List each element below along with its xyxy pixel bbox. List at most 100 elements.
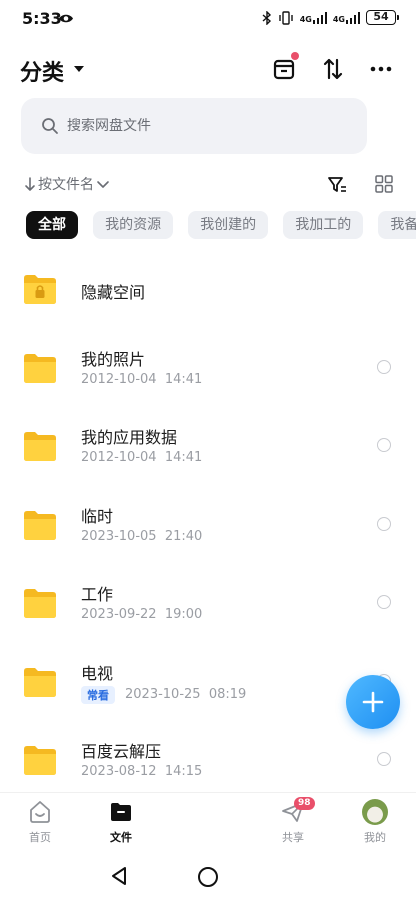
network-type-2: 4G <box>332 14 345 24</box>
status-time: 5:33 <box>22 9 62 28</box>
bluetooth-icon <box>262 10 271 25</box>
file-time: 21:40 <box>164 528 203 544</box>
more-button[interactable] <box>366 54 396 84</box>
signal-1: 4G <box>299 11 327 24</box>
more-dots-icon <box>370 66 392 72</box>
nav-mine[interactable]: 我的 <box>345 799 405 845</box>
nav-files-label: 文件 <box>110 831 132 844</box>
file-meta: 2012-10-04 14:41 <box>81 372 202 387</box>
list-item[interactable]: 工作 2023-09-22 19:00 <box>0 565 416 644</box>
list-item[interactable]: 隐藏空间 <box>0 251 416 330</box>
folder-icon <box>24 667 56 697</box>
chip-backed-up[interactable]: 我备份的 <box>378 211 416 239</box>
file-date: 2023-08-12 <box>81 764 157 779</box>
file-name: 百度云解压 <box>81 742 162 761</box>
chevron-down-icon <box>97 181 109 188</box>
category-dropdown[interactable]: 分类 <box>20 55 64 87</box>
chip-created-by-me[interactable]: 我创建的 <box>188 211 269 239</box>
select-radio[interactable] <box>377 359 391 374</box>
folder-filled-icon <box>111 803 131 821</box>
select-radio[interactable] <box>377 752 391 766</box>
file-name: 我的应用数据 <box>81 428 178 447</box>
file-date: 2023-10-25 <box>125 687 201 702</box>
file-date: 2023-09-22 <box>81 607 157 622</box>
home-icon <box>30 801 50 823</box>
file-meta: 常看 2023-10-25 08:19 <box>81 685 247 704</box>
nav-mine-label: 我的 <box>364 831 386 844</box>
bottom-nav: 首页 文件 98 共享 我的 <box>0 792 416 850</box>
sort-toggle-button[interactable] <box>318 54 348 84</box>
select-radio[interactable] <box>377 438 391 452</box>
file-date: 2023-10-05 <box>81 528 157 544</box>
sort-label: 按文件名 <box>38 177 94 193</box>
eye-icon <box>59 14 73 23</box>
vibrate-icon <box>279 10 293 25</box>
sort-arrows-icon <box>323 58 343 80</box>
frequent-tag: 常看 <box>81 685 115 704</box>
file-meta: 2023-08-12 14:15 <box>81 764 202 779</box>
share-badge: 98 <box>294 797 315 810</box>
list-item[interactable]: 临时 2023-10-05 21:40 <box>0 487 416 566</box>
folder-icon <box>24 353 56 383</box>
signal-bars-icon <box>346 11 360 24</box>
network-type-1: 4G <box>299 14 312 24</box>
nav-files[interactable]: 文件 <box>91 799 151 845</box>
notification-dot <box>291 52 299 60</box>
nav-home[interactable]: 首页 <box>10 799 70 845</box>
file-time: 19:00 <box>164 607 203 622</box>
file-name: 隐藏空间 <box>81 283 146 302</box>
status-icons: 4G 4G 54 <box>262 10 399 25</box>
file-name: 工作 <box>81 585 114 604</box>
file-name: 电视 <box>81 663 114 683</box>
search-icon <box>42 118 58 134</box>
system-nav-bar <box>0 852 416 900</box>
file-name: 临时 <box>81 506 114 526</box>
filter-chips: 全部 我的资源 我创建的 我加工的 我备份的 <box>26 211 416 241</box>
locked-folder-icon <box>24 275 56 304</box>
chip-all[interactable]: 全部 <box>26 211 78 239</box>
nav-share-label: 共享 <box>282 831 304 844</box>
folder-icon <box>24 589 56 618</box>
header: 分类 <box>0 48 416 92</box>
list-item[interactable]: 我的照片 2012-10-04 14:41 <box>0 330 416 409</box>
arrow-down-icon <box>25 177 35 191</box>
select-radio[interactable] <box>377 516 391 531</box>
grid-view-icon[interactable] <box>374 174 394 194</box>
file-meta: 2012-10-04 14:41 <box>81 450 202 465</box>
file-meta: 2023-09-22 19:00 <box>81 607 202 622</box>
file-time: 14:41 <box>164 450 203 465</box>
list-item[interactable]: 百度云解压 2023-08-12 14:15 <box>0 722 416 801</box>
file-time: 14:15 <box>164 764 203 779</box>
back-triangle-icon[interactable] <box>110 866 128 886</box>
transfer-box-button[interactable] <box>269 52 299 84</box>
avatar <box>362 799 388 825</box>
list-item[interactable]: 我的应用数据 2012-10-04 14:41 <box>0 408 416 487</box>
add-button[interactable] <box>346 675 400 729</box>
home-circle-button[interactable] <box>198 867 218 887</box>
plus-icon <box>362 691 384 713</box>
signal-2: 4G <box>332 11 360 24</box>
sort-by-name-button[interactable]: 按文件名 <box>22 174 112 194</box>
signal-bars-icon <box>312 11 327 24</box>
file-date: 2012-10-04 <box>81 371 157 387</box>
file-date: 2012-10-04 <box>81 450 157 465</box>
filter-icon[interactable] <box>326 174 348 196</box>
search-input[interactable] <box>67 118 327 134</box>
caret-down-icon[interactable] <box>74 66 84 72</box>
file-time: 08:19 <box>208 687 247 702</box>
file-name: 我的照片 <box>81 349 146 369</box>
sort-row: 按文件名 <box>0 168 416 202</box>
file-time: 14:41 <box>164 371 203 387</box>
folder-icon <box>24 746 56 775</box>
select-radio[interactable] <box>377 595 391 609</box>
battery-indicator: 54 <box>366 10 399 25</box>
nav-share[interactable]: 98 共享 <box>263 797 323 845</box>
chip-processed-by-me[interactable]: 我加工的 <box>283 211 364 239</box>
folder-icon <box>24 432 56 461</box>
folder-icon <box>24 510 56 540</box>
search-bar[interactable] <box>21 98 367 154</box>
file-meta: 2023-10-05 21:40 <box>81 529 202 544</box>
chip-my-resources[interactable]: 我的资源 <box>93 211 174 239</box>
nav-home-label: 首页 <box>29 831 51 844</box>
status-bar: 5:33 4G 4G 54 <box>0 0 416 40</box>
